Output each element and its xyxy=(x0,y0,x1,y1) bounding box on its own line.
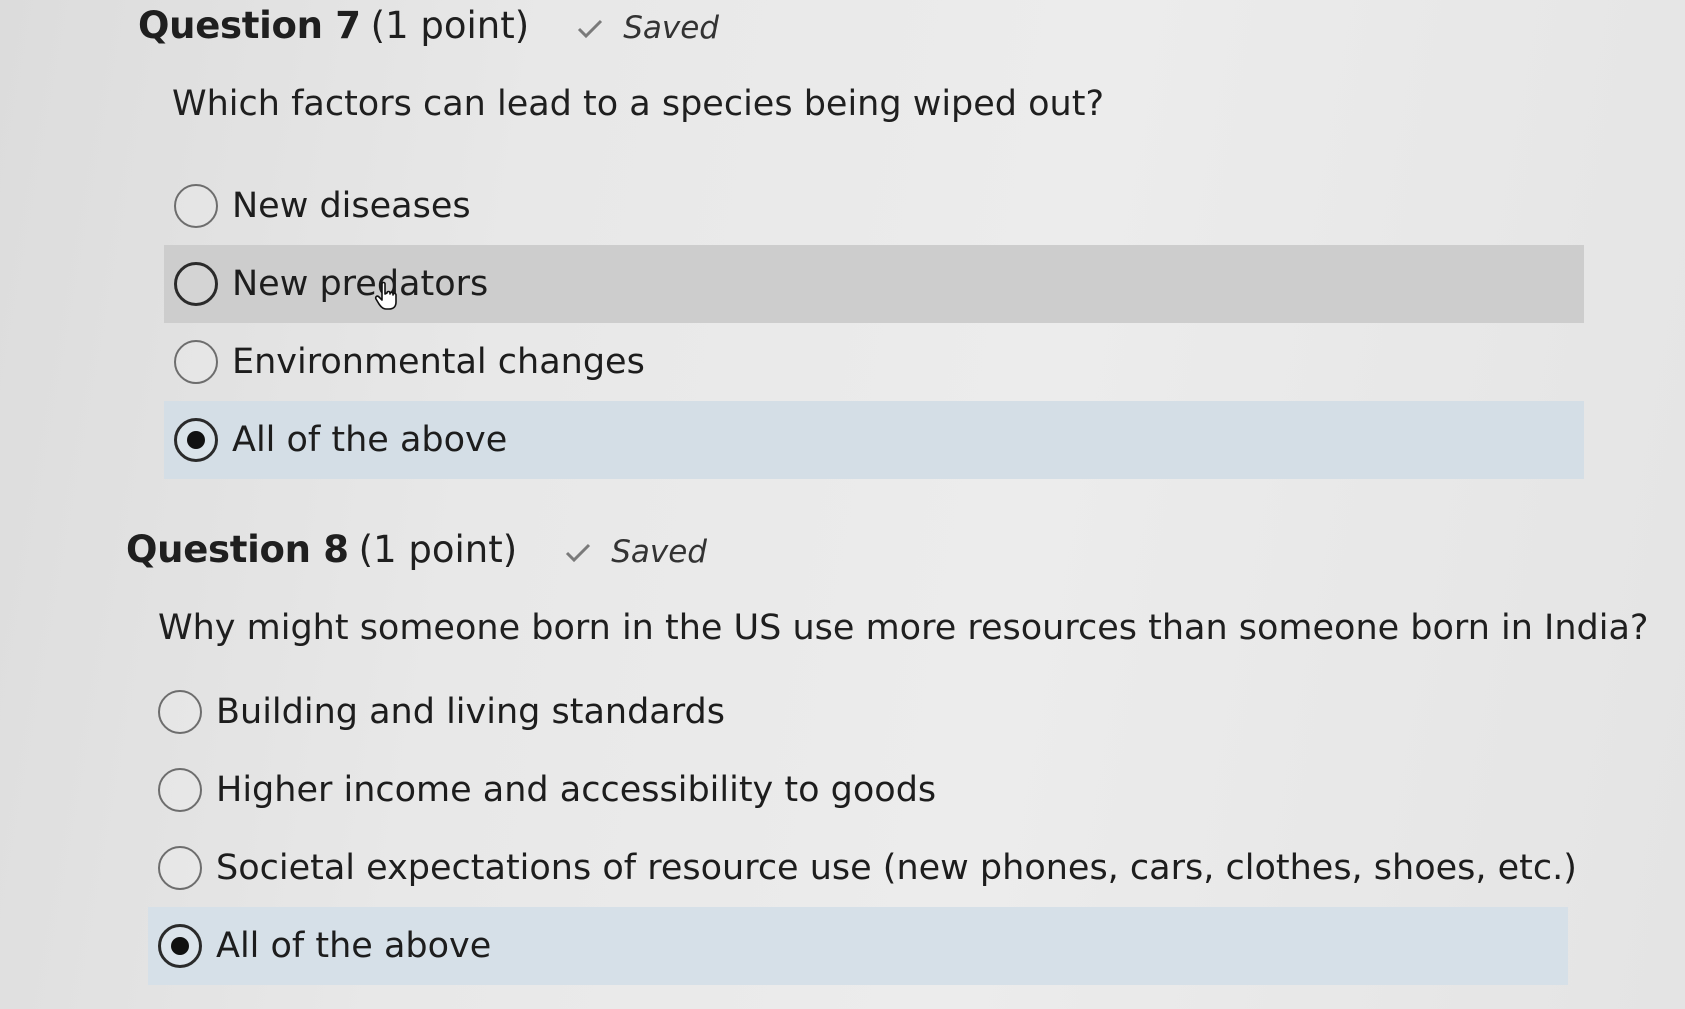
question-points: (1 point) xyxy=(370,4,530,47)
option-label[interactable]: Building and living standards xyxy=(216,692,725,732)
question-text: Why might someone born in the US use mor… xyxy=(158,608,1649,648)
check-icon xyxy=(565,542,591,564)
option-label[interactable]: All of the above xyxy=(216,926,491,966)
question-title: Question 8 xyxy=(126,528,349,571)
option-label[interactable]: New predators xyxy=(232,264,488,304)
question-text: Which factors can lead to a species bein… xyxy=(172,84,1105,124)
radio-button[interactable] xyxy=(174,184,218,228)
option-label[interactable]: Societal expectations of resource use (n… xyxy=(216,848,1577,888)
saved-status: Saved xyxy=(565,534,707,570)
radio-button-selected[interactable] xyxy=(174,418,218,462)
option-environmental-changes[interactable]: Environmental changes xyxy=(164,323,1584,401)
option-label[interactable]: Higher income and accessibility to goods xyxy=(216,770,936,810)
saved-label: Saved xyxy=(623,10,719,46)
option-new-predators[interactable]: New predators xyxy=(164,245,1584,323)
hand-cursor-icon xyxy=(374,281,400,311)
option-higher-income[interactable]: Higher income and accessibility to goods xyxy=(148,751,1568,829)
option-label[interactable]: New diseases xyxy=(232,186,471,226)
option-building-and-living-standards[interactable]: Building and living standards xyxy=(148,673,1568,751)
radio-button[interactable] xyxy=(174,262,218,306)
question-title: Question 7 xyxy=(138,4,361,47)
option-all-of-the-above[interactable]: All of the above xyxy=(164,401,1584,479)
check-icon xyxy=(577,18,603,40)
answer-options: Building and living standards Higher inc… xyxy=(148,673,1577,985)
saved-label: Saved xyxy=(611,534,707,570)
radio-button-selected[interactable] xyxy=(158,924,202,968)
option-label[interactable]: All of the above xyxy=(232,420,507,460)
option-all-of-the-above[interactable]: All of the above xyxy=(148,907,1568,985)
question-header: Question 8 (1 point) Saved xyxy=(126,528,707,571)
radio-button[interactable] xyxy=(158,768,202,812)
radio-button[interactable] xyxy=(174,340,218,384)
question-points: (1 point) xyxy=(358,528,518,571)
question-header: Question 7 (1 point) Saved xyxy=(138,4,719,47)
radio-button[interactable] xyxy=(158,846,202,890)
saved-status: Saved xyxy=(577,10,719,46)
option-societal-expectations[interactable]: Societal expectations of resource use (n… xyxy=(148,829,1577,907)
answer-options: New diseases New predators Environmental… xyxy=(164,167,1584,479)
option-label[interactable]: Environmental changes xyxy=(232,342,645,382)
radio-button[interactable] xyxy=(158,690,202,734)
option-new-diseases[interactable]: New diseases xyxy=(164,167,1584,245)
